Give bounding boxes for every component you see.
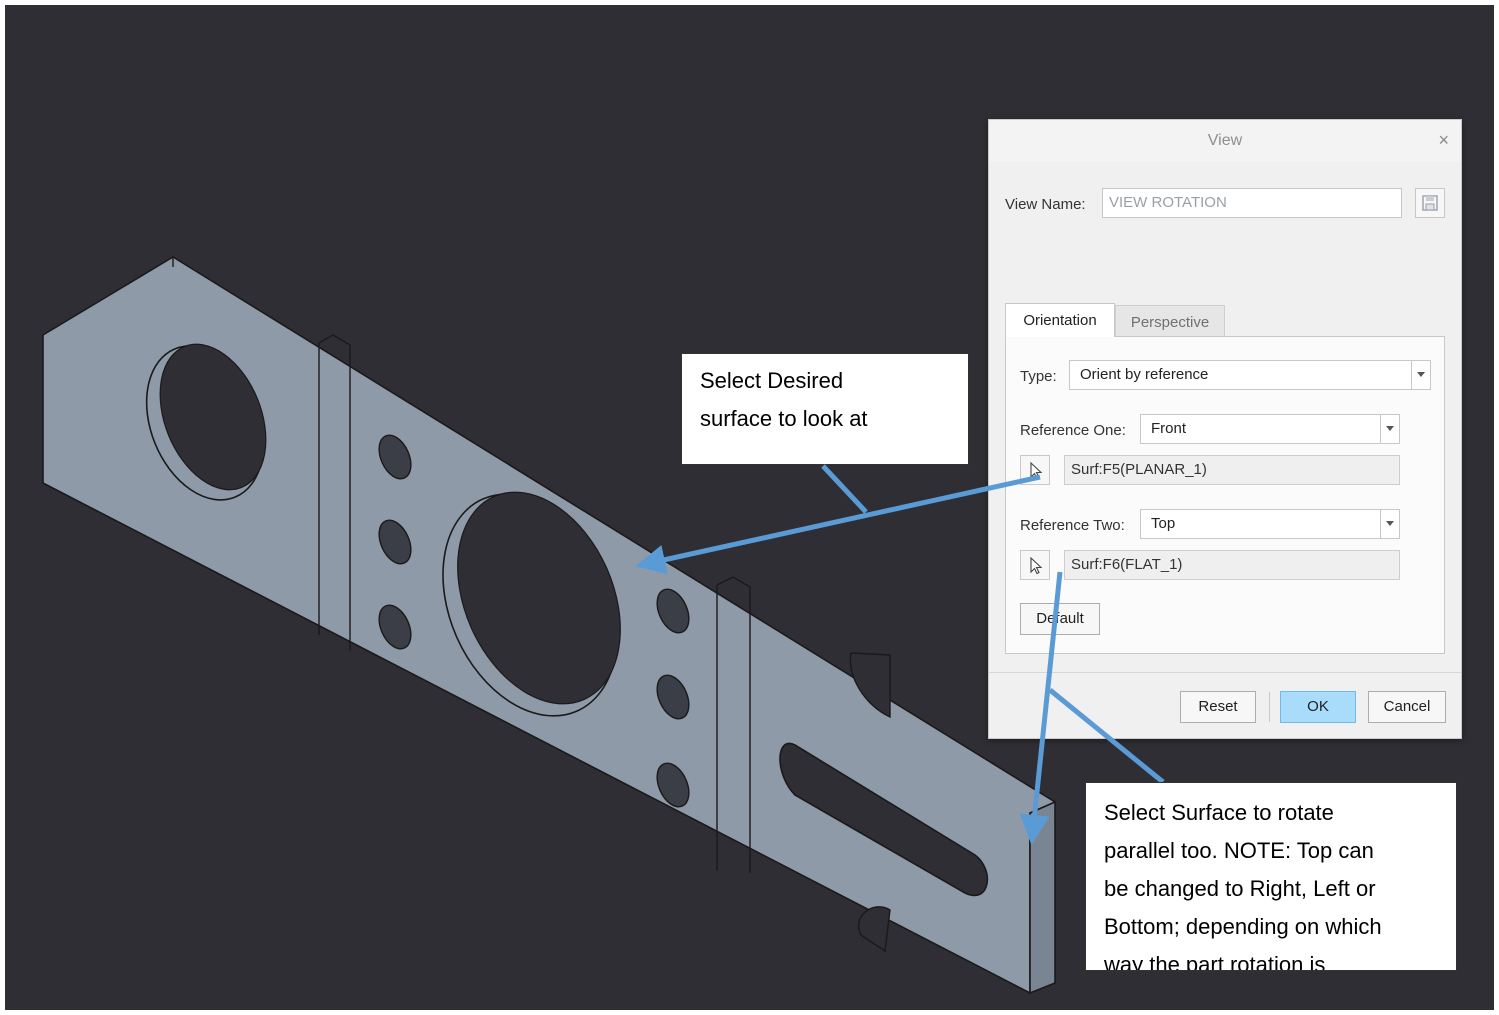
- close-icon[interactable]: ×: [1438, 130, 1449, 151]
- type-dropdown[interactable]: Orient by reference: [1069, 360, 1431, 390]
- callout-select-surface: Select Desired surface to look at: [681, 353, 969, 465]
- reference-one-pick-button[interactable]: [1020, 455, 1050, 485]
- cursor-arrow-icon: [1030, 556, 1043, 575]
- callout-line: be changed to Right, Left or: [1104, 876, 1376, 901]
- reference-one-label: Reference One:: [1020, 422, 1126, 439]
- part-side-face[interactable]: [1029, 800, 1056, 995]
- cursor-arrow-icon: [1030, 461, 1043, 480]
- reference-one-value: Front: [1151, 420, 1187, 437]
- view-name-input[interactable]: VIEW ROTATION: [1102, 188, 1402, 218]
- callout-line: surface to look at: [700, 406, 868, 431]
- view-name-label: View Name:: [1005, 196, 1086, 213]
- callout-select-parallel: Select Surface to rotate parallel too. N…: [1085, 782, 1457, 971]
- callout-line: Select Surface to rotate: [1104, 800, 1334, 825]
- cancel-button[interactable]: Cancel: [1368, 691, 1446, 723]
- type-value: Orient by reference: [1080, 366, 1209, 383]
- save-view-button[interactable]: [1415, 188, 1445, 218]
- notch-bottom: [858, 906, 891, 953]
- reference-one-collector[interactable]: Surf:F5(PLANAR_1): [1064, 455, 1400, 485]
- callout-line: Select Desired: [700, 368, 844, 393]
- reference-two-collector[interactable]: Surf:F6(FLAT_1): [1064, 550, 1400, 580]
- reference-two-label: Reference Two:: [1020, 517, 1125, 534]
- callout-line: Bottom; depending on which: [1104, 914, 1382, 939]
- tab-orientation[interactable]: Orientation: [1005, 303, 1115, 337]
- reference-two-value: Top: [1151, 515, 1176, 532]
- chevron-down-icon[interactable]: [1411, 361, 1430, 389]
- reset-button[interactable]: Reset: [1180, 691, 1256, 723]
- ok-button[interactable]: OK: [1280, 691, 1356, 723]
- tab-perspective[interactable]: Perspective: [1115, 305, 1225, 336]
- reference-two-dropdown[interactable]: Top: [1140, 509, 1400, 539]
- default-button[interactable]: Default: [1020, 603, 1100, 635]
- dialog-title: View: [1207, 132, 1243, 149]
- chevron-down-icon[interactable]: [1380, 415, 1399, 443]
- type-label: Type:: [1020, 368, 1057, 385]
- reference-one-dropdown[interactable]: Front: [1140, 414, 1400, 444]
- callout-line: parallel too. NOTE: Top can: [1104, 838, 1374, 863]
- dialog-title-bar[interactable]: View ×: [989, 120, 1461, 162]
- chevron-down-icon[interactable]: [1380, 510, 1399, 538]
- button-divider: [1269, 692, 1270, 722]
- callout-line: way the part rotation is: [1104, 952, 1326, 971]
- save-icon: [1422, 195, 1438, 211]
- footer-divider: [989, 672, 1461, 673]
- reference-two-pick-button[interactable]: [1020, 550, 1050, 580]
- view-dialog: View × View Name: VIEW ROTATION Orientat…: [988, 119, 1462, 739]
